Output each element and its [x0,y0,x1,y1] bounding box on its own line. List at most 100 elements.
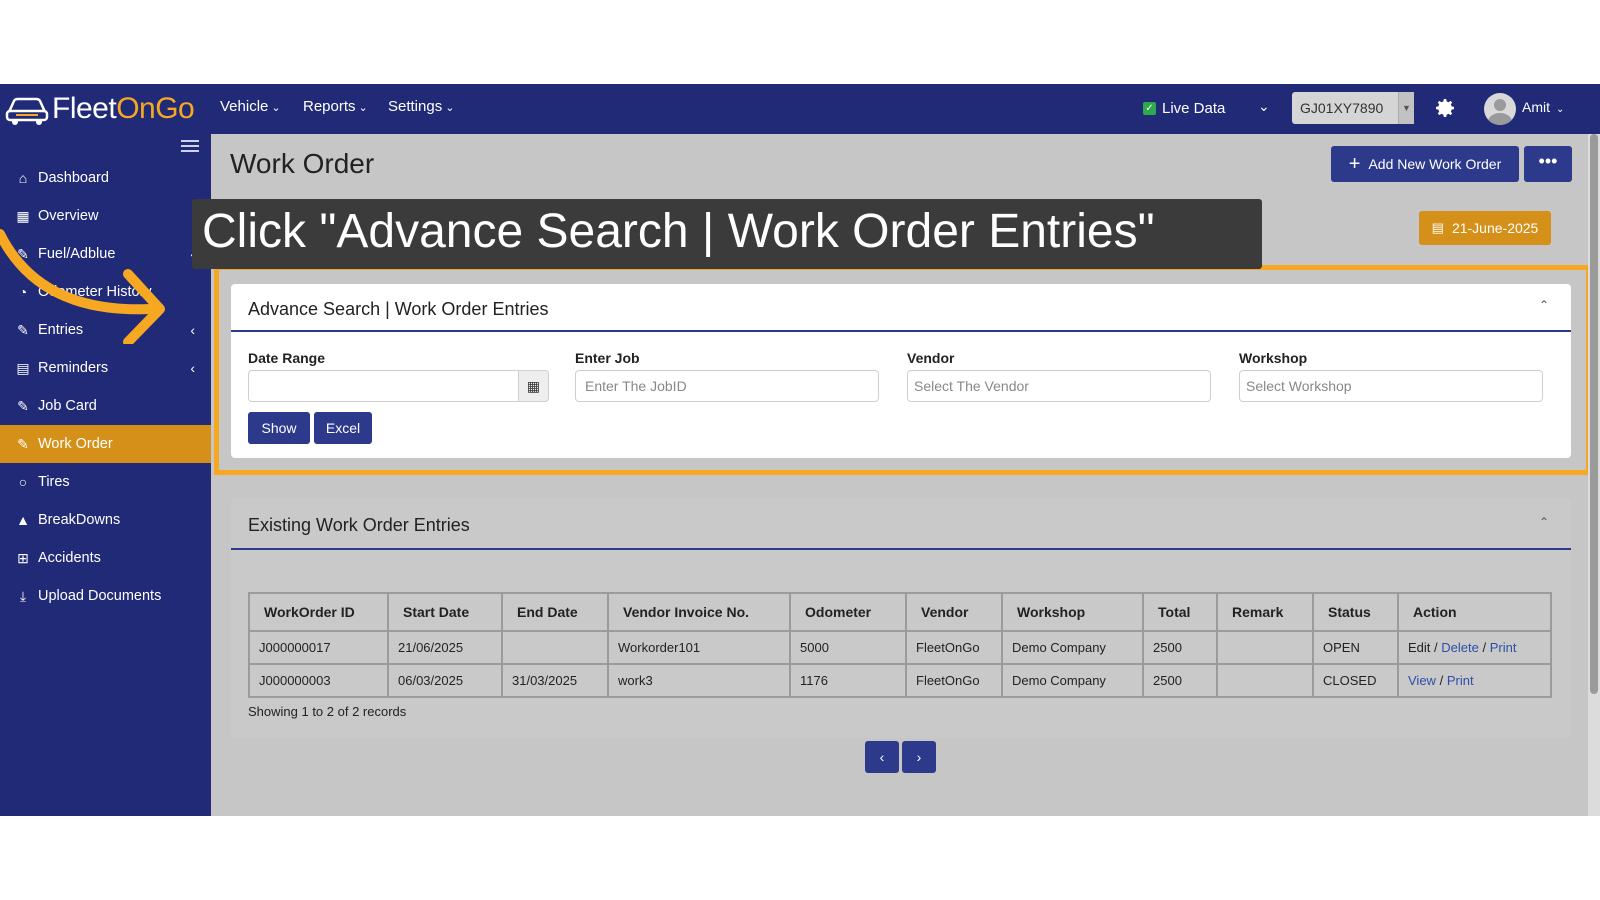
highlight-box [214,265,1591,475]
cell-odometer: 5000 [789,630,907,665]
scrollbar-thumb[interactable] [1590,134,1598,694]
sidebar-item-reminders[interactable]: ▤ Reminders ‹ [0,349,211,387]
scrollbar[interactable] [1588,134,1600,816]
prev-page-button[interactable]: ‹ [865,741,899,773]
col-total[interactable]: Total [1142,592,1218,632]
live-data-label: Live Data [1162,100,1226,117]
col-odometer[interactable]: Odometer [789,592,907,632]
vehicle-select[interactable]: GJ01XY7890 ▼ [1292,92,1414,124]
col-status[interactable]: Status [1312,592,1399,632]
chevron-left-icon: ‹ [190,360,195,376]
cell-end-date [501,630,609,665]
sidebar-item-work-order[interactable]: ✎ Work Order [0,425,211,463]
next-page-button[interactable]: › [902,741,936,773]
col-vendor[interactable]: Vendor [905,592,1003,632]
cell-odometer: 1176 [789,663,907,698]
nav-reports[interactable]: Reports ⌄ [303,98,368,115]
car-icon [5,97,49,125]
col-workshop[interactable]: Workshop [1001,592,1144,632]
view-link[interactable]: View [1408,673,1436,688]
more-options-button[interactable]: ••• [1524,146,1572,182]
cell-action: Edit / Delete / Print [1397,630,1552,665]
warning-icon: ▲ [16,512,30,528]
cell-remark [1216,630,1314,665]
delete-link[interactable]: Delete [1441,640,1479,655]
calendar-icon: ▤ [16,359,30,376]
calendar-icon: ▤ [1431,220,1444,235]
sidebar-item-breakdowns[interactable]: ▲ BreakDowns [0,501,211,539]
cell-total: 2500 [1142,630,1218,665]
col-start-date[interactable]: Start Date [387,592,503,632]
edit-icon: ✎ [17,435,29,452]
col-workorder-id[interactable]: WorkOrder ID [248,592,389,632]
cell-remark [1216,663,1314,698]
instruction-caption: Click "Advance Search | Work Order Entri… [192,199,1262,269]
sidebar-item-upload-documents[interactable]: ⤓ Upload Documents [0,577,211,615]
records-info: Showing 1 to 2 of 2 records [248,704,407,719]
app-window: FleetOnGo Vehicle ⌄ Reports ⌄ Settings ⌄ ✓ … [0,84,1600,816]
existing-entries-header[interactable]: Existing Work Order Entries ⌃ [231,498,1571,550]
chevron-down-icon: ⌄ [271,102,281,114]
logo[interactable]: FleetOnGo [4,90,195,128]
pointer-arrow-icon [0,229,165,344]
check-icon: ✓ [1143,102,1156,115]
ellipsis-icon: ••• [1538,151,1558,171]
chevron-down-icon[interactable]: ⌄ [1258,98,1270,115]
cell-start-date: 21/06/2025 [387,630,503,665]
chevron-left-icon: ‹ [190,322,195,338]
cell-total: 2500 [1142,663,1218,698]
cell-invoice: work3 [607,663,791,698]
chevron-down-icon: ⌄ [445,102,455,114]
cell-workshop: Demo Company [1001,630,1144,665]
vehicle-select-value: GJ01XY7890 [1300,100,1384,116]
plus-square-icon: ⊞ [17,549,29,566]
user-menu[interactable]: Amit ⌄ [1522,99,1564,115]
table-row: J000000017 21/06/2025 Workorder101 5000 … [248,630,1552,665]
chevron-down-icon: ⌄ [1556,104,1565,115]
sidebar-item-job-card[interactable]: ✎ Job Card [0,387,211,425]
work-order-table: WorkOrder ID Start Date End Date Vendor … [248,592,1552,698]
chevron-down-icon: ⌄ [358,102,368,114]
table-row: J000000003 06/03/2025 31/03/2025 work3 1… [248,663,1552,698]
edit-link[interactable]: Edit [1408,640,1430,655]
col-vendor-invoice[interactable]: Vendor Invoice No. [607,592,791,632]
cell-action: View / Print [1397,663,1552,698]
col-remark[interactable]: Remark [1216,592,1314,632]
cell-vendor: FleetOnGo [905,663,1003,698]
sidebar-item-dashboard[interactable]: ⌂ Dashboard [0,159,211,197]
existing-entries-title: Existing Work Order Entries [248,515,470,535]
sidebar-item-accidents[interactable]: ⊞ Accidents [0,539,211,577]
table-header-row: WorkOrder ID Start Date End Date Vendor … [248,592,1552,632]
page-title: Work Order [230,148,375,179]
live-data-toggle[interactable]: ✓ Live Data [1143,100,1225,117]
edit-icon: ✎ [17,397,29,414]
date-badge[interactable]: ▤ 21-June-2025 [1419,211,1551,245]
cell-vendor: FleetOnGo [905,630,1003,665]
gear-icon[interactable] [1433,96,1457,120]
col-action: Action [1397,592,1552,632]
cell-invoice: Workorder101 [607,630,791,665]
circle-icon: ○ [18,474,28,490]
print-link[interactable]: Print [1447,673,1474,688]
nav-settings[interactable]: Settings ⌄ [388,98,454,115]
print-link[interactable]: Print [1490,640,1517,655]
nav-vehicle[interactable]: Vehicle ⌄ [220,98,281,115]
avatar[interactable] [1484,93,1516,125]
cell-workorder-id: J000000003 [248,663,389,698]
add-new-work-order-button[interactable]: + Add New Work Order [1331,146,1519,182]
col-end-date[interactable]: End Date [501,592,609,632]
cell-status: OPEN [1312,630,1399,665]
cell-start-date: 06/03/2025 [387,663,503,698]
hamburger-menu-icon[interactable] [181,140,199,152]
brand-name: FleetOnGo [52,92,195,125]
top-bar: FleetOnGo Vehicle ⌄ Reports ⌄ Settings ⌄ ✓ … [0,84,1600,134]
cell-workorder-id: J000000017 [248,630,389,665]
cell-end-date: 31/03/2025 [501,663,609,698]
download-icon: ⤓ [19,587,27,604]
sidebar-item-tires[interactable]: ○ Tires [0,463,211,501]
dropdown-arrow-icon: ▼ [1398,92,1414,124]
home-icon: ⌂ [18,170,28,186]
plus-icon: + [1348,152,1361,175]
cell-workshop: Demo Company [1001,663,1144,698]
chevron-up-icon[interactable]: ⌃ [1539,515,1549,529]
